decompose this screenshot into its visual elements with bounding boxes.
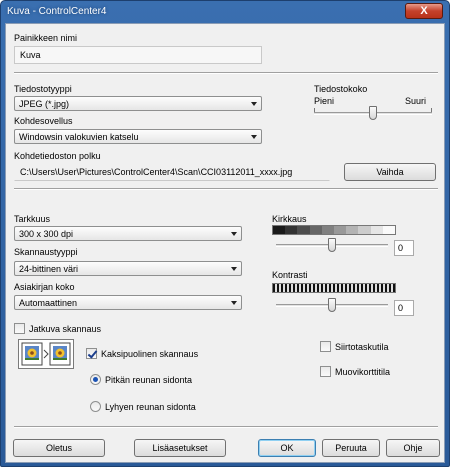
file-size-slider-thumb[interactable] — [369, 106, 377, 120]
dialog-window: Kuva - ControlCenter4 X Painikkeen nimi … — [0, 0, 450, 467]
target-app-value: Windowsin valokuvien katselu — [19, 132, 139, 142]
file-size-min-label: Pieni — [314, 96, 335, 106]
resolution-value: 300 x 300 dpi — [19, 229, 74, 239]
carrier-sheet-label: Siirtotaskutila — [335, 341, 389, 352]
target-app-select[interactable]: Windowsin valokuvien katselu — [14, 129, 262, 144]
brightness-label: Kirkkaus — [272, 214, 307, 224]
carrier-sheet-checkbox[interactable]: Siirtotaskutila — [320, 341, 389, 352]
scan-type-value: 24-bittinen väri — [19, 264, 79, 274]
checkbox-icon — [320, 341, 331, 352]
target-path-field[interactable]: C:\Users\User\Pictures\ControlCenter4\Sc… — [14, 163, 330, 181]
file-type-select[interactable]: JPEG (*.jpg) — [14, 96, 262, 111]
continuous-scan-checkbox[interactable]: Jatkuva skannaus — [14, 323, 101, 334]
continuous-scan-label: Jatkuva skannaus — [29, 323, 102, 334]
plastic-card-checkbox[interactable]: Muovikorttitila — [320, 366, 390, 377]
button-name-label: Painikkeen nimi — [14, 33, 78, 43]
checkbox-icon — [14, 323, 25, 334]
duplex-scan-checkbox[interactable]: Kaksipuolinen skannaus — [86, 348, 198, 359]
contrast-slider-thumb[interactable] — [328, 298, 336, 312]
close-button[interactable]: X — [405, 3, 443, 19]
brightness-scale — [272, 225, 396, 235]
ok-button[interactable]: OK — [258, 439, 316, 457]
title-bar[interactable]: Kuva - ControlCenter4 X — [1, 1, 449, 23]
short-edge-radio[interactable]: Lyhyen reunan sidonta — [90, 401, 196, 412]
checkbox-icon — [320, 366, 331, 377]
resolution-label: Tarkkuus — [14, 214, 51, 224]
separator — [14, 188, 438, 190]
contrast-value-field[interactable]: 0 — [394, 300, 414, 316]
duplex-scan-label: Kaksipuolinen skannaus — [101, 348, 199, 359]
slider-tick — [314, 108, 315, 112]
plastic-card-label: Muovikorttitila — [335, 366, 391, 377]
duplex-page-icon — [18, 339, 74, 369]
long-edge-radio[interactable]: Pitkän reunan sidonta — [90, 374, 192, 385]
default-button[interactable]: Oletus — [13, 439, 105, 457]
close-icon: X — [420, 5, 428, 17]
dropdown-arrow-icon — [231, 301, 237, 305]
brightness-slider-thumb[interactable] — [328, 238, 336, 252]
target-app-label: Kohdesovellus — [14, 116, 73, 126]
short-edge-label: Lyhyen reunan sidonta — [105, 401, 196, 412]
help-button[interactable]: Ohje — [386, 439, 440, 457]
document-size-value: Automaattinen — [19, 298, 78, 308]
document-size-select[interactable]: Automaattinen — [14, 295, 242, 310]
contrast-scale — [272, 283, 396, 293]
dialog-body: Painikkeen nimi Kuva Tiedostotyyppi JPEG… — [5, 23, 445, 463]
radio-icon — [90, 374, 101, 385]
change-path-button[interactable]: Vaihda — [344, 163, 436, 181]
target-path-label: Kohdetiedoston polku — [14, 151, 101, 161]
resolution-select[interactable]: 300 x 300 dpi — [14, 226, 242, 241]
file-size-label: Tiedostokoko — [314, 84, 368, 94]
separator — [14, 426, 438, 428]
dropdown-arrow-icon — [231, 232, 237, 236]
contrast-label: Kontrasti — [272, 270, 308, 280]
scan-type-select[interactable]: 24-bittinen väri — [14, 261, 242, 276]
dropdown-arrow-icon — [251, 102, 257, 106]
file-size-max-label: Suuri — [405, 96, 427, 106]
slider-tick — [431, 108, 432, 112]
long-edge-label: Pitkän reunan sidonta — [105, 374, 193, 385]
cancel-button[interactable]: Peruuta — [322, 439, 380, 457]
window-title: Kuva - ControlCenter4 — [7, 6, 107, 17]
separator — [14, 72, 438, 74]
radio-icon — [90, 401, 101, 412]
checkbox-icon — [86, 348, 97, 359]
advanced-settings-button[interactable]: Lisäasetukset — [134, 439, 226, 457]
brightness-value-field[interactable]: 0 — [394, 240, 414, 256]
button-name-field[interactable]: Kuva — [14, 46, 262, 64]
document-size-label: Asiakirjan koko — [14, 282, 75, 292]
dropdown-arrow-icon — [231, 267, 237, 271]
file-type-label: Tiedostotyyppi — [14, 84, 72, 94]
scan-type-label: Skannaustyyppi — [14, 247, 78, 257]
dropdown-arrow-icon — [251, 135, 257, 139]
file-type-value: JPEG (*.jpg) — [19, 99, 70, 109]
